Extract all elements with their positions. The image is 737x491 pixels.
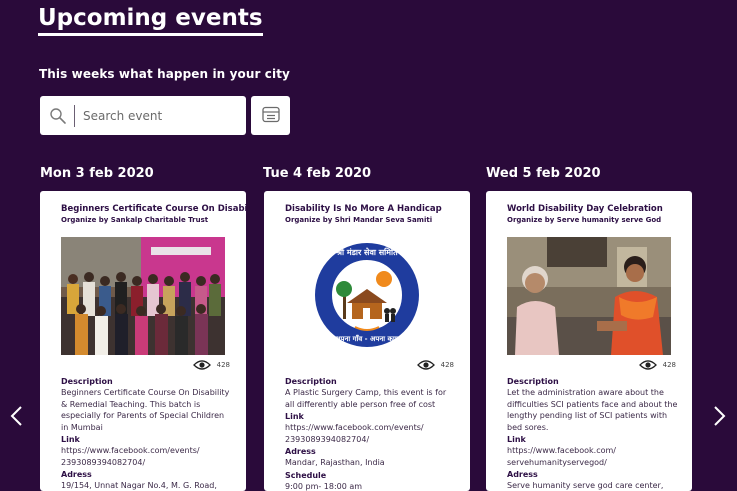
view-count-value: 428 <box>662 361 676 369</box>
day-heading-wed: Wed 5 feb 2020 <box>486 166 601 181</box>
view-count-value: 428 <box>440 361 454 369</box>
search-box[interactable] <box>40 96 246 135</box>
day-heading-tue: Tue 4 feb 2020 <box>263 166 372 181</box>
view-count: 428 <box>507 355 678 375</box>
eye-icon <box>192 356 211 375</box>
event-card[interactable]: Disability Is No More A Handicap Organiz… <box>264 191 470 491</box>
page-subtitle: This weeks what happen in your city <box>39 67 290 81</box>
address-text: 19/154, Unnat Nagar No.4, M. G. Road, Go… <box>61 481 217 490</box>
view-count: 428 <box>61 355 232 375</box>
search-input[interactable] <box>83 100 233 131</box>
event-link[interactable]: https://www.facebook.com/ servehumanitys… <box>507 445 678 468</box>
event-link[interactable]: https://www.facebook.com/events/ 2393089… <box>61 445 232 468</box>
address-text: Serve humanity serve god care center, Mo… <box>507 481 664 490</box>
prev-button[interactable] <box>6 403 26 433</box>
logo-outer-text: श्री मंडार सेवा समिति <box>335 247 398 257</box>
address-text: Mandar, Rajasthan, India <box>285 458 385 467</box>
event-title[interactable]: World Disability Day Celebration <box>507 203 678 215</box>
event-photo[interactable] <box>61 237 225 355</box>
link-label: Link <box>507 435 526 444</box>
event-card[interactable]: Beginners Certificate Course On Disabili… <box>40 191 246 491</box>
event-logo[interactable]: श्री मंडार सेवा समिति अपना गाँव - अपना क… <box>285 237 449 355</box>
description-label: Description <box>285 377 337 386</box>
eye-icon <box>416 356 435 375</box>
link-label: Link <box>285 412 304 421</box>
event-title[interactable]: Beginners Certificate Course On Disabili… <box>61 203 246 215</box>
description-text: Beginners Certificate Course On Disabili… <box>61 388 230 432</box>
event-card[interactable]: World Disability Day Celebration Organiz… <box>486 191 692 491</box>
calendar-button[interactable] <box>251 96 290 135</box>
page-title: Upcoming events <box>38 4 263 36</box>
view-count: 428 <box>285 355 456 375</box>
view-count-value: 428 <box>216 361 230 369</box>
chevron-right-icon <box>713 405 727 431</box>
address-label: Adress <box>61 470 92 479</box>
schedule-label: Schedule <box>285 470 327 480</box>
description-text: A Plastic Surgery Camp, this event is fo… <box>285 388 447 409</box>
schedule-text: 9:00 pm- 18:00 am <box>285 481 363 491</box>
calendar-icon <box>261 104 281 128</box>
chevron-left-icon <box>9 405 23 431</box>
address-label: Adress <box>507 470 538 479</box>
description-label: Description <box>507 377 559 386</box>
eye-icon <box>638 356 657 375</box>
logo-inner-text: अपना गाँव - अपना काम <box>335 334 400 343</box>
search-divider <box>74 104 75 127</box>
event-link[interactable]: https://www.facebook.com/events/ 2393089… <box>285 422 456 445</box>
event-organizer: Organize by Serve humanity serve God <box>507 216 662 224</box>
link-label: Link <box>61 435 80 444</box>
description-text: Let the administration aware about the d… <box>507 388 678 432</box>
event-title[interactable]: Disability Is No More A Handicap <box>285 203 456 215</box>
event-organizer: Organize by Sankalp Charitable Trust <box>61 216 209 224</box>
search-icon[interactable] <box>42 96 74 135</box>
event-organizer: Organize by Shri Mandar Seva Samiti <box>285 216 433 224</box>
address-label: Adress <box>285 447 316 456</box>
description-label: Description <box>61 377 113 386</box>
next-button[interactable] <box>710 403 730 433</box>
event-photo[interactable] <box>507 237 671 355</box>
day-heading-mon: Mon 3 feb 2020 <box>40 166 154 181</box>
